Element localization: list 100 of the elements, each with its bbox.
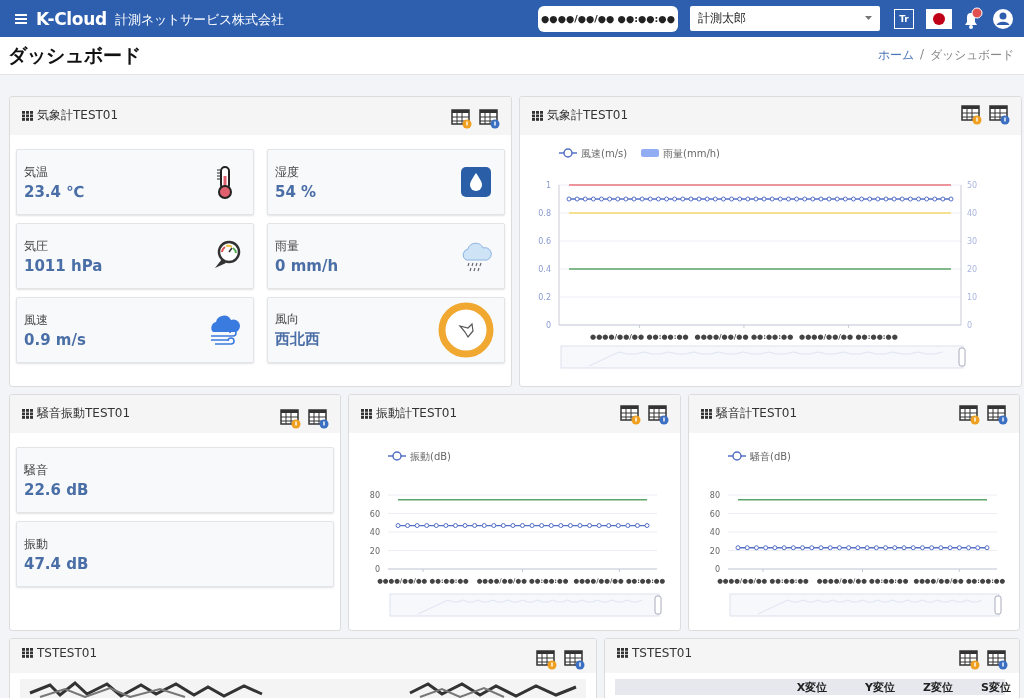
table-info-icon[interactable] bbox=[648, 405, 670, 425]
grid-icon bbox=[361, 408, 372, 419]
data-point bbox=[883, 545, 889, 551]
menu-icon[interactable] bbox=[14, 12, 28, 25]
table-alert-icon[interactable] bbox=[280, 409, 302, 429]
data-point bbox=[948, 196, 954, 202]
data-point bbox=[761, 196, 767, 202]
compass-icon bbox=[438, 302, 494, 358]
axis-label: 0 bbox=[545, 321, 551, 330]
data-point bbox=[672, 196, 678, 202]
table-info-icon[interactable] bbox=[564, 650, 586, 670]
data-point bbox=[753, 196, 759, 202]
axis-label: 0.2 bbox=[538, 293, 551, 302]
data-point bbox=[846, 545, 852, 551]
column-header: Y変位 bbox=[864, 681, 896, 694]
breadcrumb-current: ダッシュボード bbox=[930, 47, 1014, 64]
card-title: 気象計TEST01 bbox=[547, 107, 629, 124]
data-point bbox=[462, 523, 468, 529]
table-alert-icon[interactable] bbox=[959, 650, 981, 670]
zoom-slider[interactable] bbox=[560, 345, 966, 369]
stat-label: 振動 bbox=[24, 535, 49, 553]
data-point bbox=[712, 196, 718, 202]
data-point bbox=[737, 196, 743, 202]
axis-label: 0.6 bbox=[538, 237, 551, 246]
axis-label: 0 bbox=[967, 321, 973, 330]
data-point bbox=[892, 545, 898, 551]
data-point bbox=[834, 196, 840, 202]
flag-icon[interactable] bbox=[926, 8, 952, 29]
data-point bbox=[883, 196, 889, 202]
breadcrumb-separator: / bbox=[919, 47, 924, 63]
data-point bbox=[975, 545, 981, 551]
stat-value: 西北西 bbox=[275, 330, 320, 349]
data-point bbox=[745, 196, 751, 202]
table-alert-icon[interactable] bbox=[451, 109, 473, 129]
card-title: TSTEST01 bbox=[632, 646, 693, 660]
data-point bbox=[800, 545, 806, 551]
data-point bbox=[634, 523, 640, 529]
axis-label: 80 bbox=[369, 491, 380, 500]
data-point bbox=[567, 523, 573, 529]
axis-label: 0 bbox=[714, 565, 720, 574]
data-point bbox=[842, 196, 848, 202]
data-point bbox=[924, 196, 930, 202]
legend-line-icon bbox=[558, 148, 578, 158]
axis-label: 0.4 bbox=[538, 265, 551, 274]
font-size-button[interactable]: Tr bbox=[894, 8, 914, 29]
data-point bbox=[520, 523, 525, 529]
data-point bbox=[491, 523, 497, 529]
data-point bbox=[984, 545, 990, 551]
data-point bbox=[615, 196, 621, 202]
data-point bbox=[875, 196, 881, 202]
data-point bbox=[704, 196, 710, 202]
data-point bbox=[864, 545, 870, 551]
zoom-slider[interactable] bbox=[389, 593, 662, 617]
data-point bbox=[606, 523, 612, 529]
table-alert-icon[interactable] bbox=[959, 405, 981, 425]
data-point bbox=[809, 545, 815, 551]
stat-label: 風向 bbox=[275, 311, 300, 328]
data-point bbox=[566, 196, 572, 202]
axis-label: 60 bbox=[709, 509, 720, 519]
card-title: 振動計TEST01 bbox=[376, 405, 458, 422]
user-avatar-icon[interactable] bbox=[992, 7, 1014, 30]
stat-value: 0.9 m/s bbox=[24, 330, 86, 349]
data-point bbox=[785, 196, 791, 202]
data-point bbox=[753, 545, 759, 551]
data-point bbox=[956, 545, 962, 551]
stat-value: 1011 hPa bbox=[24, 256, 103, 275]
table-info-icon[interactable] bbox=[989, 105, 1011, 125]
data-point bbox=[919, 545, 925, 551]
data-point bbox=[587, 523, 593, 529]
data-point bbox=[826, 196, 832, 202]
data-point bbox=[818, 196, 824, 202]
table-alert-icon[interactable] bbox=[536, 650, 558, 670]
zoom-slider[interactable] bbox=[729, 593, 1002, 617]
data-point bbox=[452, 523, 458, 529]
data-point bbox=[763, 545, 769, 551]
card-title: 気象計TEST01 bbox=[37, 107, 119, 124]
data-point bbox=[395, 523, 401, 529]
table-info-icon[interactable] bbox=[308, 409, 330, 429]
user-select[interactable]: 計測太郎 bbox=[690, 6, 880, 31]
data-point bbox=[647, 196, 653, 202]
axis-label: 40 bbox=[967, 209, 978, 218]
table-info-icon[interactable] bbox=[987, 650, 1009, 670]
data-point bbox=[901, 545, 907, 551]
data-point bbox=[424, 523, 430, 529]
table-info-icon[interactable] bbox=[479, 109, 501, 129]
data-point bbox=[802, 196, 808, 202]
data-point bbox=[539, 523, 545, 529]
breadcrumb-link[interactable]: ホーム bbox=[877, 47, 914, 64]
data-point bbox=[966, 545, 972, 551]
data-point bbox=[500, 523, 506, 529]
data-point bbox=[655, 196, 661, 202]
data-point bbox=[644, 523, 650, 529]
caret-icon bbox=[865, 16, 872, 21]
card-title: 騒音計TEST01 bbox=[716, 405, 798, 422]
stat-label: 雨量 bbox=[275, 237, 300, 255]
table-alert-icon[interactable] bbox=[961, 105, 983, 125]
company-name: 計測ネットサービス株式会社 bbox=[114, 12, 284, 29]
table-alert-icon[interactable] bbox=[620, 405, 642, 425]
axis-label: 0.8 bbox=[538, 209, 551, 218]
table-info-icon[interactable] bbox=[987, 405, 1009, 425]
